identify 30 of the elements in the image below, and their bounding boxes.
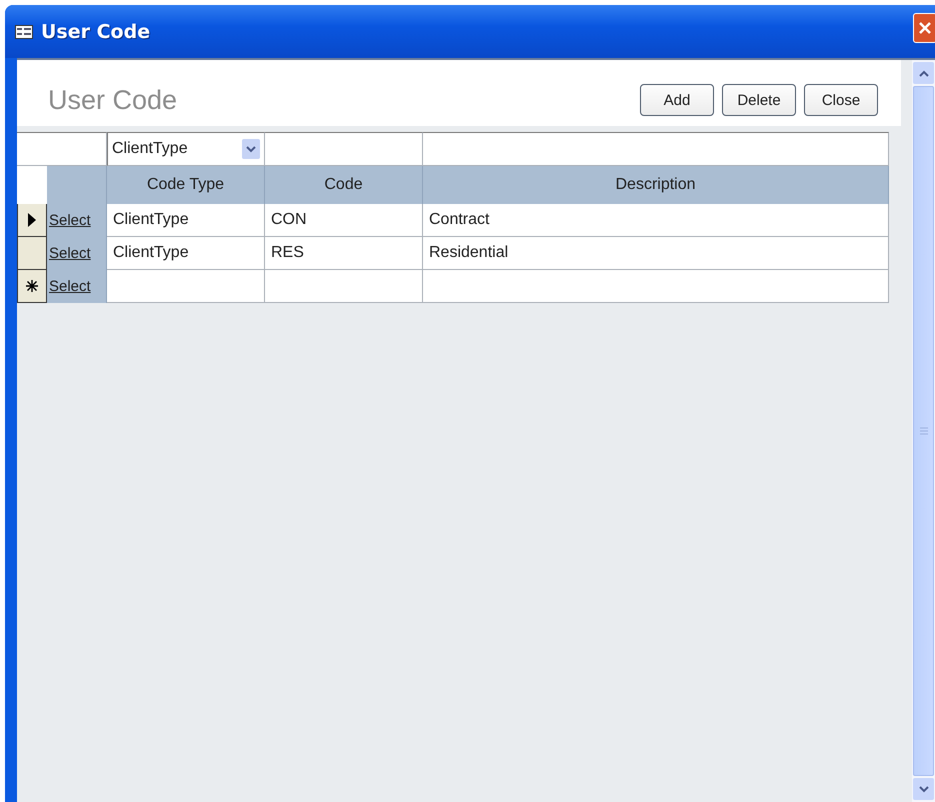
window-title: User Code (41, 20, 150, 42)
chevron-down-icon[interactable] (918, 786, 928, 792)
table-cell: ClientType (107, 204, 265, 237)
filter-dropdown[interactable]: ClientType (107, 132, 265, 166)
close-icon[interactable] (913, 13, 935, 43)
form-button[interactable]: Add (640, 84, 714, 116)
table-cell: RES (265, 237, 423, 270)
chevron-up-icon[interactable] (918, 70, 928, 76)
form-heading: User Code (48, 84, 178, 116)
form-button[interactable]: Delete (722, 84, 796, 116)
column-header: Description (423, 166, 889, 204)
select-link[interactable]: Select (49, 278, 91, 295)
column-header: Code (265, 166, 423, 204)
form-button[interactable]: Close (804, 84, 878, 116)
grip-icon[interactable] (920, 427, 928, 435)
filter-cell (47, 132, 107, 166)
column-header: Code Type (107, 166, 265, 204)
table-cell: ClientType (107, 237, 265, 270)
table-cell: Residential (423, 237, 889, 270)
record-selector[interactable] (17, 237, 47, 270)
select-link[interactable]: Select (49, 212, 91, 229)
chevron-down-icon (246, 146, 256, 152)
filter-cell (17, 132, 47, 166)
scrollbar[interactable] (912, 60, 935, 802)
form-icon (15, 24, 33, 38)
record-selector[interactable] (17, 270, 47, 303)
record-selector[interactable] (17, 204, 47, 237)
table-cell: Contract (423, 204, 889, 237)
select-link[interactable]: Select (49, 245, 91, 262)
table-cell: CON (265, 204, 423, 237)
